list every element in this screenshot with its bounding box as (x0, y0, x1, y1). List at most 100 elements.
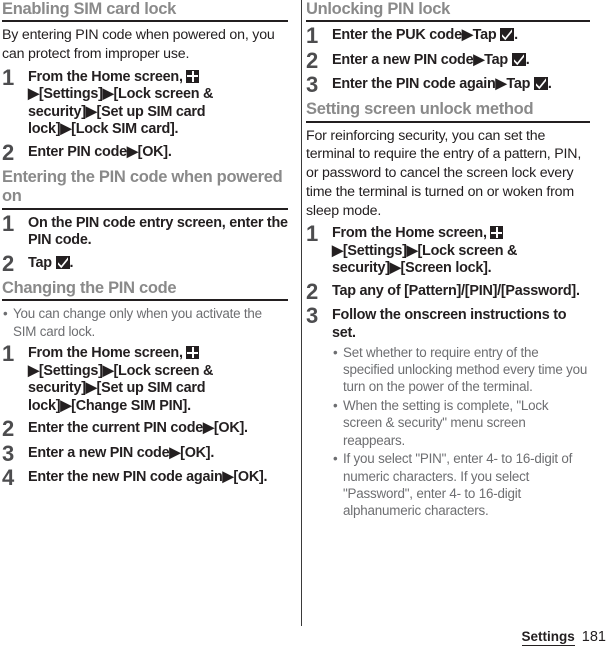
step-body: Enter the PIN code again▶Tap . (332, 76, 590, 94)
step-text: Enter the new PIN code again▶[OK]. (28, 469, 268, 486)
checkmark-icon (533, 77, 548, 91)
step-text-after-icon: ▶[Settings]▶[Lock screen & security]▶[Se… (28, 362, 214, 414)
bullet-dot: • (333, 451, 338, 467)
step-body: Follow the onscreen instructions to set.… (332, 307, 590, 519)
step-item: 2 Tap any of [Pattern]/[PIN]/[Password]. (306, 278, 590, 304)
step-item: 3 Enter a new PIN code▶[OK]. (2, 440, 288, 466)
step-body: Tap any of [Pattern]/[PIN]/[Password]. (332, 283, 590, 301)
bullet-dot: • (333, 397, 338, 413)
note-text: When the setting is complete, "Lock scre… (343, 397, 549, 448)
step-text-after-icon: . (514, 27, 518, 44)
step-item: 2 Enter PIN code▶[OK]. (2, 139, 288, 165)
footer-section-label: Settings (521, 629, 575, 646)
step-item: 1 From the Home screen, ▶[Settings]▶[Loc… (2, 66, 288, 139)
apps-grid-icon (186, 69, 200, 83)
step-text: From the Home screen, ▶[Settings]▶[Lock … (332, 225, 590, 278)
steps-changing-pin-code: 1 From the Home screen, ▶[Settings]▶[Loc… (2, 341, 288, 491)
step-text: Enter the PUK code▶Tap . (332, 27, 590, 45)
step-number: 3 (306, 72, 319, 98)
step-text-before-icon: From the Home screen, (28, 68, 187, 85)
step-number: 2 (306, 47, 319, 73)
step-body: From the Home screen, ▶[Settings]▶[Lock … (332, 225, 590, 278)
step-body: Enter the PUK code▶Tap . (332, 27, 590, 45)
steps-enabling-sim-card-lock: 1 From the Home screen, ▶[Settings]▶[Loc… (2, 66, 288, 165)
footer-page-number: 181 (581, 629, 606, 646)
step-number: 3 (2, 440, 15, 466)
step-text: Enter PIN code▶[OK]. (28, 143, 172, 160)
step-body: From the Home screen, ▶[Settings]▶[Lock … (28, 345, 288, 415)
step-item: 1 From the Home screen, ▶[Settings]▶[Loc… (306, 221, 590, 278)
section-heading-changing-pin-code: Changing the PIN code (2, 279, 288, 302)
step-item: 2 Tap . (2, 250, 288, 276)
step-body: From the Home screen, ▶[Settings]▶[Lock … (28, 69, 288, 139)
section-heading-entering-pin-code-when-powered-on: Entering the PIN code when powered on (2, 168, 288, 210)
step-text-after-icon: . (547, 76, 552, 93)
step-number: 4 (2, 465, 15, 491)
step-text-before-icon: From the Home screen, (28, 345, 187, 362)
section-heading-unlocking-pin-lock: Unlocking PIN lock (306, 0, 590, 23)
step-number: 3 (306, 303, 319, 329)
manual-page: Enabling SIM card lock By entering PIN c… (0, 0, 609, 648)
note-item: • If you select "PIN", enter 4- to 16-dig… (332, 450, 590, 520)
note-text: Set whether to require entry of the spec… (343, 344, 588, 395)
section-intro-setting-screen-unlock-method: For reinforcing security, you can set th… (306, 127, 582, 219)
step-item: 1 From the Home screen, ▶[Settings]▶[Loc… (2, 341, 288, 415)
step-body: On the PIN code entry screen, enter the … (28, 215, 288, 250)
step-text-before-icon: Enter the PUK code▶Tap (332, 27, 501, 44)
step-text: From the Home screen, ▶[Settings]▶[Lock … (28, 69, 288, 139)
left-column: Enabling SIM card lock By entering PIN c… (0, 0, 296, 648)
page-footer: Settings 181 (521, 629, 606, 646)
step-number: 1 (2, 341, 15, 367)
checkmark-icon (55, 255, 70, 269)
step-text: Tap . (28, 255, 288, 273)
step-item: 2 Enter a new PIN code▶Tap . (306, 47, 590, 73)
step-text-after-icon: . (69, 254, 74, 271)
step-number: 2 (2, 139, 15, 165)
step-text: Enter a new PIN code▶[OK]. (28, 444, 215, 461)
note-item: • Set whether to require entry of the spe… (332, 344, 590, 396)
step-number: 2 (2, 416, 15, 442)
bullet-dot: • (333, 344, 338, 360)
step-number: 2 (306, 278, 319, 304)
step-text: On the PIN code entry screen, enter the … (28, 214, 288, 249)
step-body: Enter a new PIN code▶[OK]. (28, 445, 288, 463)
note-text: If you select "PIN", enter 4- to 16-digi… (343, 451, 573, 519)
step-item: 2 Enter the current PIN code▶[OK]. (2, 416, 288, 442)
step-body: Enter a new PIN code▶Tap . (332, 52, 590, 70)
step-subnotes: • Set whether to require entry of the spe… (332, 344, 590, 520)
steps-unlocking-pin-lock: 1 Enter the PUK code▶Tap . 2 Enter a new… (306, 23, 590, 98)
step-body: Enter the current PIN code▶[OK]. (28, 420, 288, 438)
step-text: Enter a new PIN code▶Tap . (332, 52, 590, 70)
section-heading-enabling-sim-card-lock: Enabling SIM card lock (2, 0, 288, 23)
steps-setting-screen-unlock-method: 1 From the Home screen, ▶[Settings]▶[Loc… (306, 221, 590, 519)
step-text: Enter the current PIN code▶[OK]. (28, 420, 248, 437)
note-item: • You can change only when you activate t… (2, 305, 288, 340)
step-number: 1 (2, 210, 15, 236)
notes-changing-pin-code: • You can change only when you activate t… (2, 305, 288, 340)
checkmark-icon (511, 52, 526, 66)
apps-grid-icon (186, 346, 200, 360)
step-text: Tap any of [Pattern]/[PIN]/[Password]. (332, 282, 580, 299)
steps-entering-pin-code: 1 On the PIN code entry screen, enter th… (2, 210, 288, 276)
note-text: You can change only when you activate th… (13, 306, 262, 339)
step-text-after-icon: ▶[Settings]▶[Lock screen & security]▶[Se… (28, 86, 214, 138)
section-heading-setting-screen-unlock-method: Setting screen unlock method (306, 100, 590, 123)
step-item: 1 On the PIN code entry screen, enter th… (2, 210, 288, 250)
step-body: Enter PIN code▶[OK]. (28, 144, 288, 162)
step-item: 1 Enter the PUK code▶Tap . (306, 23, 590, 49)
step-text: Enter the PIN code again▶Tap . (332, 76, 590, 94)
step-text-after-icon: . (525, 51, 530, 68)
note-item: • When the setting is complete, "Lock scr… (332, 397, 590, 449)
step-number: 2 (2, 250, 15, 276)
step-item: 3 Follow the onscreen instructions to se… (306, 303, 590, 519)
step-number: 1 (306, 23, 319, 49)
step-text-before-icon: From the Home screen, (332, 225, 491, 242)
checkmark-icon (500, 28, 515, 42)
step-text-after-icon: ▶[Settings]▶[Lock screen & security]▶[Sc… (332, 242, 518, 277)
step-text: From the Home screen, ▶[Settings]▶[Lock … (28, 345, 288, 415)
step-text-before-icon: Tap (28, 254, 56, 271)
apps-grid-icon (490, 226, 504, 240)
step-number: 1 (306, 221, 319, 247)
two-column-layout: Enabling SIM card lock By entering PIN c… (0, 0, 609, 648)
step-text-before-icon: Enter the PIN code again▶Tap (332, 76, 534, 93)
